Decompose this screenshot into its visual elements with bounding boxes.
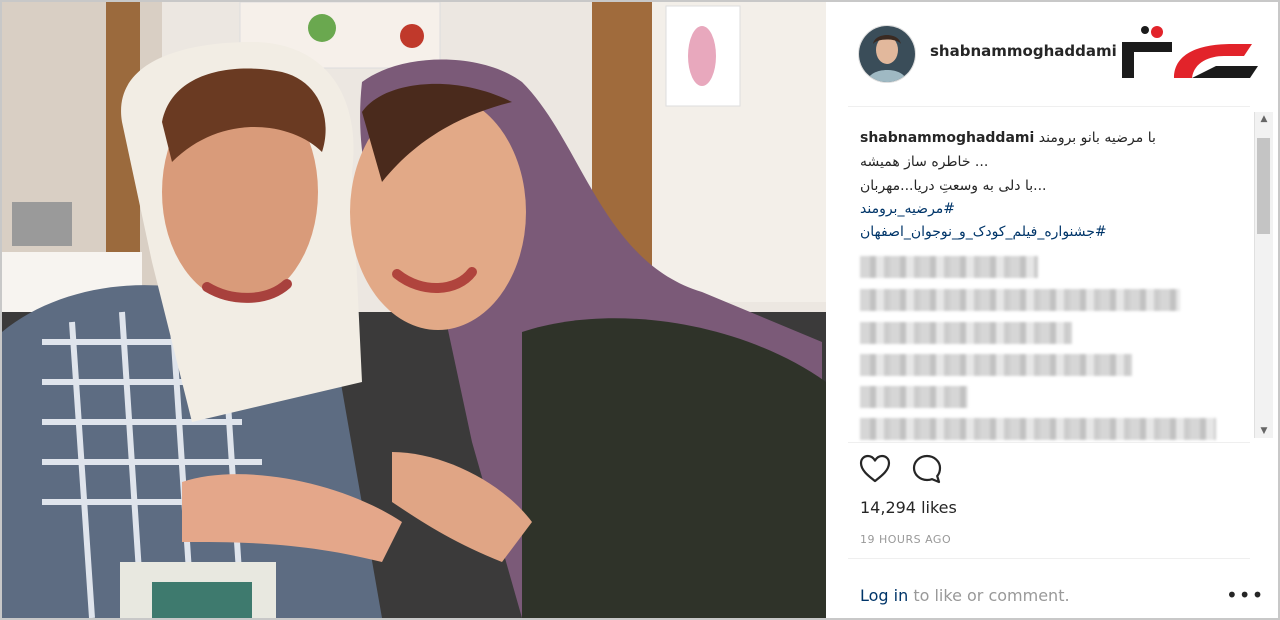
caption-text-1: با مرضیه بانو برومند [1038,130,1156,146]
blurred-comment [860,322,1072,344]
header-divider [848,106,1250,107]
rokna-logo [1112,22,1262,88]
username[interactable]: shabnammoghaddami [930,42,1117,60]
post-caption: shabnammoghaddami با مرضیه بانو برومند .… [860,126,1210,244]
comments-scrollbar[interactable]: ▲ ▼ [1254,112,1273,438]
more-options-icon[interactable]: ••• [1226,585,1264,605]
post-sidebar: shabnammoghaddami shabnammoghaddami با م… [826,2,1278,618]
post-photo[interactable] [2,2,826,618]
login-prompt: Log in to like or comment. [860,586,1070,605]
caption-text-3: ...با دلی به وسعتِ دریا...مهربان [860,178,1047,194]
likes-count[interactable]: 14,294 likes [860,498,957,517]
avatar[interactable] [858,25,916,83]
login-link[interactable]: Log in [860,586,908,605]
blurred-comment [860,386,968,408]
caption-first-line: shabnammoghaddami با مرضیه بانو برومند [860,126,1210,150]
blurred-comment [860,256,1038,278]
caption-username[interactable]: shabnammoghaddami [860,130,1034,146]
post-header: shabnammoghaddami [826,2,1258,102]
scroll-thumb[interactable] [1257,138,1270,234]
comments-divider [848,442,1250,443]
scroll-up-arrow-icon[interactable]: ▲ [1255,112,1273,126]
caption-text-2: ... خاطره ساز همیشه [860,154,989,170]
blurred-comment [860,354,1132,376]
blurred-comment [860,418,1216,440]
hashtag-link[interactable]: #مرضیه_برومند [860,198,1210,221]
heart-icon[interactable] [858,452,892,486]
footer-divider [848,558,1250,559]
blurred-comment [860,289,1180,311]
hashtag-link[interactable]: #جشنواره_فیلم_کودک_و_نوجوان_اصفهان [860,221,1210,244]
login-prompt-text: to like or comment. [908,586,1070,605]
scroll-down-arrow-icon[interactable]: ▼ [1255,424,1273,438]
comment-bubble-icon[interactable] [910,452,944,486]
post-timestamp[interactable]: 19 HOURS AGO [860,533,951,546]
